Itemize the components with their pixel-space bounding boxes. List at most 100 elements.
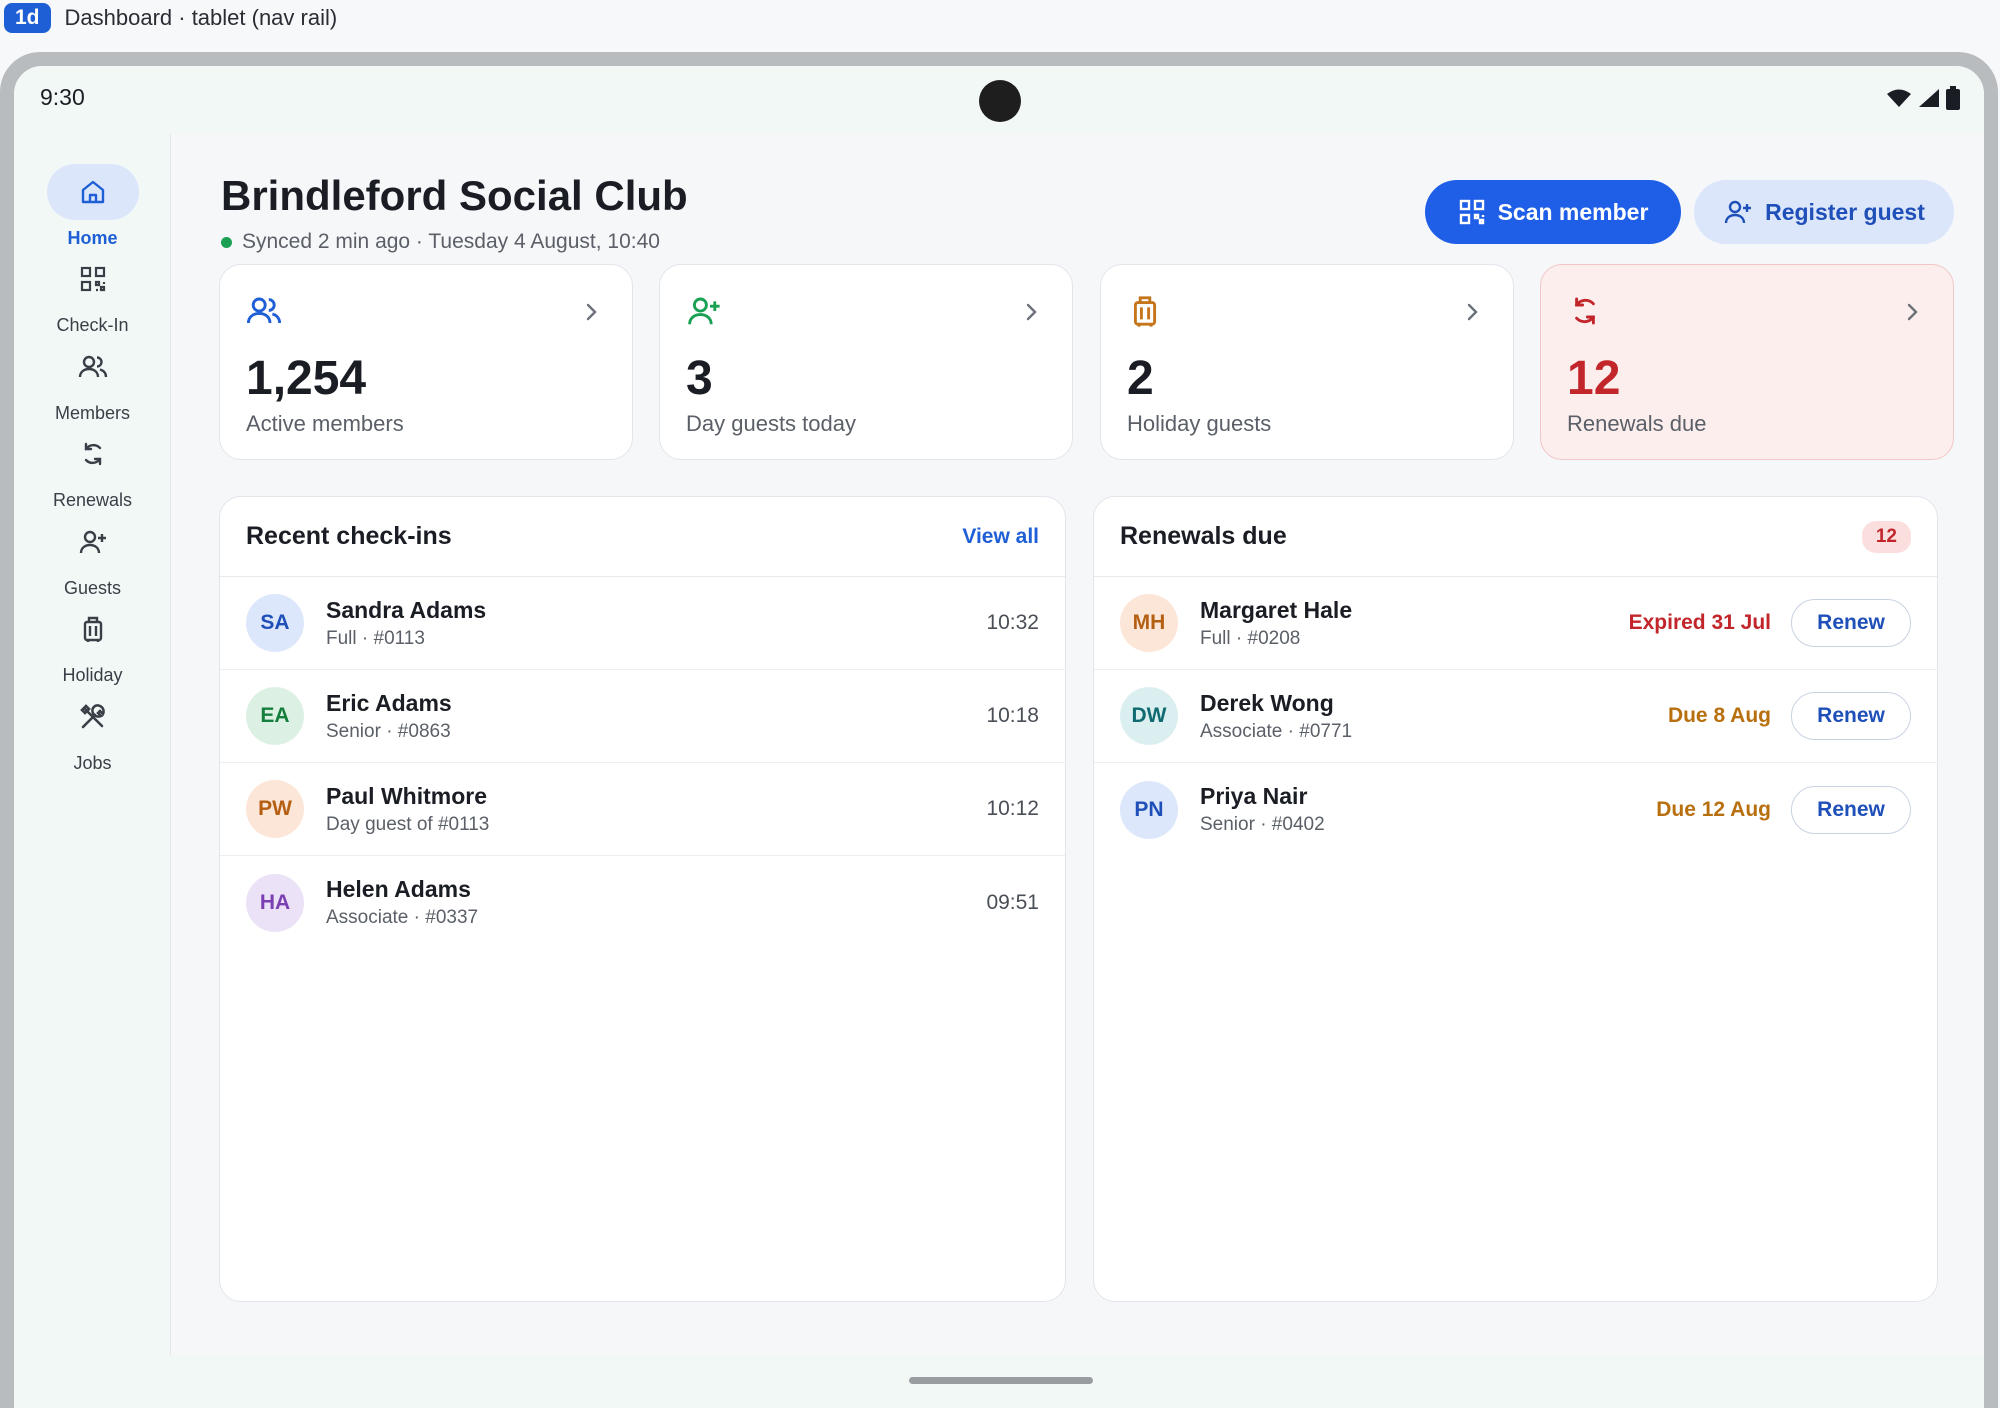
page-title: Brindleford Social Club (221, 172, 688, 219)
renewals-title: Renewals due (1120, 522, 1287, 550)
rail-item-label: Guests (63, 578, 122, 598)
member-info: Margaret Hale Full · #0208 (1200, 597, 1629, 650)
window-caption: 1d Dashboard · tablet (nav rail) (0, 0, 2000, 36)
rail-item-label: Jobs (73, 753, 112, 773)
renewals-list: MH Margaret Hale Full · #0208 Expired 31… (1094, 577, 1937, 856)
person-add-icon (686, 293, 722, 329)
checkin-row[interactable]: EA Eric Adams Senior · #0863 10:18 (220, 670, 1065, 763)
stat-value: 12 (1567, 352, 1621, 405)
view-all-link[interactable]: View all (962, 525, 1039, 549)
stat-value: 3 (686, 352, 713, 405)
checkin-time: 10:18 (986, 704, 1039, 727)
caption-tag: 1d (4, 3, 51, 33)
battery-icon (1946, 86, 1960, 110)
stat-card-holiday-guests[interactable]: 2 Holiday guests (1100, 264, 1514, 460)
renewal-row[interactable]: MH Margaret Hale Full · #0208 Expired 31… (1094, 577, 1937, 670)
member-info: Priya Nair Senior · #0402 (1200, 783, 1656, 836)
stat-card-active-members[interactable]: 1,254 Active members (219, 264, 633, 460)
renew-button[interactable]: Renew (1791, 692, 1911, 740)
register-guest-button[interactable]: Register guest (1694, 180, 1954, 244)
people-icon (246, 293, 282, 329)
member-name: Sandra Adams (326, 596, 487, 623)
rail-item-renewals[interactable]: Renewals (14, 426, 171, 511)
qr-code-icon (78, 264, 108, 294)
person-add-icon (78, 527, 108, 557)
rail-pill (47, 251, 139, 307)
stat-label: Holiday guests (1127, 411, 1272, 436)
stat-label: Active members (246, 411, 404, 436)
caption-title: Dashboard · tablet (nav rail) (64, 5, 338, 30)
member-info: Eric Adams Senior · #0863 (326, 690, 986, 743)
member-name: Margaret Hale (1200, 596, 1353, 623)
chevron-right-icon (1020, 301, 1042, 323)
stat-card-renewals-due[interactable]: 12 Renewals due (1540, 264, 1954, 460)
renewal-row[interactable]: PN Priya Nair Senior · #0402 Due 12 Aug … (1094, 763, 1937, 856)
luggage-icon (1127, 293, 1163, 329)
member-meta: Associate · #0337 (326, 907, 479, 928)
rail-pill (46, 164, 139, 220)
stat-card-day-guests-today[interactable]: 3 Day guests today (659, 264, 1073, 460)
stat-label: Renewals due (1567, 411, 1707, 436)
chevron-right-icon (1901, 301, 1923, 323)
due-status: Due 8 Aug (1667, 704, 1771, 727)
member-name: Helen Adams (326, 876, 471, 902)
member-meta: Senior · #0402 (1200, 814, 1325, 835)
member-name: Eric Adams (326, 689, 452, 716)
renewals-header: Renewals due 12 (1094, 497, 1937, 577)
signal-icon (1919, 89, 1939, 107)
stat-value: 2 (1127, 352, 1154, 405)
rail-item-jobs[interactable]: Jobs (14, 689, 171, 774)
avatar: PW (246, 780, 304, 838)
member-info: Derek Wong Associate · #0771 (1200, 690, 1668, 743)
rail-item-home[interactable]: Home (14, 164, 171, 249)
people-icon (78, 352, 108, 382)
sync-status: Synced 2 min ago · Tuesday 4 August, 10:… (221, 230, 660, 254)
rail-item-label: Check-In (56, 315, 129, 335)
gesture-bar (14, 1355, 1984, 1408)
refresh-icon (78, 439, 108, 469)
rail-item-members[interactable]: Members (14, 339, 171, 424)
member-info: Sandra Adams Full · #0113 (326, 597, 986, 650)
register-guest-label: Register guest (1765, 198, 1925, 225)
due-status: Expired 31 Jul (1628, 611, 1771, 634)
checkin-row[interactable]: SA Sandra Adams Full · #0113 10:32 (220, 577, 1065, 670)
renewals-count-badge: 12 (1861, 520, 1911, 553)
sync-dot-icon (221, 236, 232, 248)
checkin-row[interactable]: PW Paul Whitmore Day guest of #0113 10:1… (220, 763, 1065, 856)
rail-pill (47, 514, 139, 570)
rail-item-check-in[interactable]: Check-In (14, 251, 171, 336)
wifi-icon (1887, 89, 1911, 107)
home-handle[interactable] (909, 1377, 1093, 1384)
rail-pill (47, 689, 139, 745)
member-info: Helen Adams Associate · #0337 (326, 876, 986, 929)
renewals-due-panel: Renewals due 12 MH Margaret Hale Full · … (1093, 496, 1938, 1302)
avatar: PN (1120, 780, 1178, 839)
rail-pill (47, 426, 139, 482)
member-name: Derek Wong (1200, 689, 1334, 716)
checkin-time: 10:32 (986, 611, 1039, 634)
renew-button[interactable]: Renew (1791, 599, 1911, 647)
stat-value: 1,254 (246, 352, 367, 405)
checkin-row[interactable]: HA Helen Adams Associate · #0337 09:51 (220, 856, 1065, 949)
tablet-screen: 9:30 Home Check-In Members Renewals Guests Ho… (14, 66, 1984, 1408)
nav-rail: Home Check-In Members Renewals Guests Holiday… (14, 134, 171, 1355)
member-info: Paul Whitmore Day guest of #0113 (326, 783, 986, 836)
rail-pill (47, 601, 139, 657)
renewal-row[interactable]: DW Derek Wong Associate · #0771 Due 8 Au… (1094, 670, 1937, 763)
system-icons (1886, 86, 1960, 110)
rail-item-holiday[interactable]: Holiday (14, 601, 171, 686)
qr-scan-icon (1459, 199, 1484, 225)
sync-text: Synced 2 min ago · Tuesday 4 August, 10:… (242, 230, 660, 253)
tablet-frame: 9:30 Home Check-In Members Renewals Guests Ho… (0, 52, 1998, 1408)
recent-checkins-panel: Recent check-ins View all SA Sandra Adam… (219, 496, 1066, 1302)
rail-item-label: Holiday (62, 665, 123, 685)
checkins-title: Recent check-ins (246, 522, 452, 550)
member-meta: Associate · #0771 (1200, 720, 1353, 742)
due-status: Due 12 Aug (1656, 797, 1771, 821)
rail-item-guests[interactable]: Guests (14, 514, 171, 599)
renew-button[interactable]: Renew (1791, 785, 1911, 834)
tools-icon (78, 702, 108, 732)
scan-member-label: Scan member (1497, 198, 1649, 225)
scan-member-button[interactable]: Scan member (1425, 180, 1681, 244)
chevron-right-icon (580, 301, 602, 323)
